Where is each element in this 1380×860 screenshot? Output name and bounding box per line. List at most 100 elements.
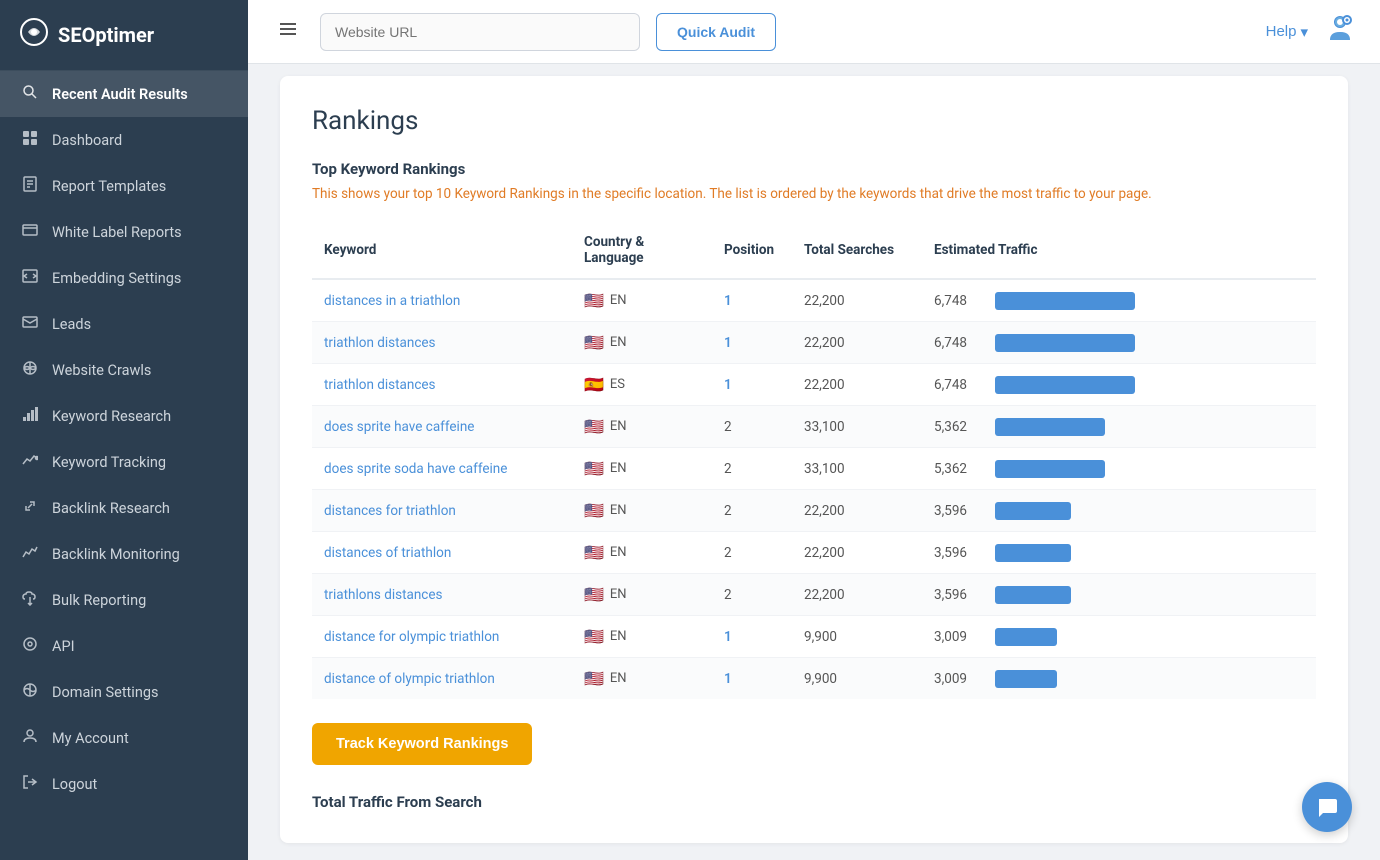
flag-icon: 🇺🇸 (584, 669, 604, 688)
searches-cell: 22,200 (792, 532, 922, 574)
sidebar-item-website-crawls[interactable]: Website Crawls (0, 347, 248, 393)
sidebar-item-embedding[interactable]: Embedding Settings (0, 255, 248, 301)
backlink-research-icon (20, 498, 40, 518)
chat-bubble-button[interactable] (1302, 782, 1352, 832)
position-cell: 2 (712, 490, 792, 532)
keyword-link[interactable]: triathlon distances (324, 335, 436, 351)
sidebar-item-logout[interactable]: Logout (0, 761, 248, 807)
sidebar-item-label: API (52, 638, 75, 655)
flag-icon: 🇺🇸 (584, 291, 604, 310)
hamburger-button[interactable] (272, 13, 304, 51)
sidebar-item-report-templates[interactable]: Report Templates (0, 163, 248, 209)
position-cell: 1 (712, 364, 792, 406)
embed-icon (20, 268, 40, 288)
country-cell: 🇺🇸 EN (572, 616, 712, 658)
position-link[interactable]: 1 (724, 335, 732, 351)
country-cell: 🇪🇸 ES (572, 364, 712, 406)
keyword-link[interactable]: distance of olympic triathlon (324, 671, 495, 687)
country-cell: 🇺🇸 EN (572, 574, 712, 616)
col-country: Country &Language (572, 226, 712, 279)
traffic-bar-container (995, 502, 1071, 520)
table-row: distances for triathlon 🇺🇸 EN 2 22,200 3… (312, 490, 1316, 532)
searches-cell: 22,200 (792, 322, 922, 364)
position-link[interactable]: 1 (724, 377, 732, 393)
quick-audit-button[interactable]: Quick Audit (656, 13, 776, 51)
keyword-cell: distances for triathlon (312, 490, 572, 532)
country-cell: 🇺🇸 EN (572, 279, 712, 322)
table-row: distance of olympic triathlon 🇺🇸 EN 1 9,… (312, 658, 1316, 700)
sidebar-item-domain-settings[interactable]: Domain Settings (0, 669, 248, 715)
search-icon (20, 84, 40, 104)
keyword-link[interactable]: triathlons distances (324, 587, 443, 603)
sidebar-item-dashboard[interactable]: Dashboard (0, 117, 248, 163)
position-cell: 1 (712, 322, 792, 364)
sidebar-item-label: Backlink Research (52, 500, 170, 517)
url-input[interactable] (320, 13, 640, 51)
language-label: EN (610, 545, 627, 560)
traffic-bar (995, 292, 1135, 310)
sidebar-item-label: Logout (52, 776, 97, 793)
content-area: Rankings Top Keyword Rankings This shows… (248, 64, 1380, 860)
sidebar-item-keyword-research[interactable]: Keyword Research (0, 393, 248, 439)
table-row: does sprite soda have caffeine 🇺🇸 EN 2 3… (312, 448, 1316, 490)
flag-icon: 🇺🇸 (584, 333, 604, 352)
country-cell: 🇺🇸 EN (572, 322, 712, 364)
account-icon (20, 728, 40, 748)
nav-items: Recent Audit Results Dashboard Report Te… (0, 71, 248, 807)
keyword-cell: triathlon distances (312, 322, 572, 364)
keyword-link[interactable]: distances in a triathlon (324, 293, 460, 309)
keyword-cell: distances in a triathlon (312, 279, 572, 322)
sidebar-item-label: Keyword Research (52, 408, 171, 425)
keyword-cell: does sprite have caffeine (312, 406, 572, 448)
flag-icon: 🇺🇸 (584, 543, 604, 562)
keyword-cell: distance for olympic triathlon (312, 616, 572, 658)
sidebar-item-backlink-research[interactable]: Backlink Research (0, 485, 248, 531)
sidebar-item-leads[interactable]: Leads (0, 301, 248, 347)
traffic-bar-container (995, 418, 1105, 436)
traffic-bar (995, 460, 1105, 478)
sidebar-item-keyword-tracking[interactable]: Keyword Tracking (0, 439, 248, 485)
col-searches: Total Searches (792, 226, 922, 279)
position-value: 2 (724, 503, 732, 519)
sidebar: SEOptimer Recent Audit Results Dashboard… (0, 0, 248, 860)
position-cell: 2 (712, 448, 792, 490)
traffic-bar-container (995, 628, 1057, 646)
sidebar-item-backlink-monitoring[interactable]: Backlink Monitoring (0, 531, 248, 577)
position-cell: 2 (712, 532, 792, 574)
traffic-bar-container (995, 544, 1071, 562)
keyword-link[interactable]: does sprite soda have caffeine (324, 461, 507, 477)
traffic-bar (995, 502, 1071, 520)
keyword-link[interactable]: distances of triathlon (324, 545, 451, 561)
traffic-bar (995, 544, 1071, 562)
searches-cell: 22,200 (792, 279, 922, 322)
country-cell: 🇺🇸 EN (572, 490, 712, 532)
position-link[interactable]: 1 (724, 671, 732, 687)
bulk-icon (20, 590, 40, 610)
white-label-icon (20, 222, 40, 242)
position-link[interactable]: 1 (724, 629, 732, 645)
table-row: does sprite have caffeine 🇺🇸 EN 2 33,100… (312, 406, 1316, 448)
track-keyword-button[interactable]: Track Keyword Rankings (312, 723, 532, 765)
position-link[interactable]: 1 (724, 293, 732, 309)
col-traffic: Estimated Traffic (922, 226, 1316, 279)
keyword-link[interactable]: triathlon distances (324, 377, 436, 393)
user-avatar-button[interactable] (1324, 12, 1356, 51)
keyword-link[interactable]: distance for olympic triathlon (324, 629, 499, 645)
sidebar-item-label: White Label Reports (52, 224, 182, 241)
keyword-cell: distance of olympic triathlon (312, 658, 572, 700)
searches-cell: 22,200 (792, 574, 922, 616)
sidebar-item-white-label[interactable]: White Label Reports (0, 209, 248, 255)
sidebar-item-api[interactable]: API (0, 623, 248, 669)
help-button[interactable]: Help ▾ (1266, 23, 1308, 41)
traffic-value: 6,748 (934, 293, 979, 309)
top-keyword-section: Top Keyword Rankings This shows your top… (312, 160, 1316, 204)
sidebar-item-recent-audit[interactable]: Recent Audit Results (0, 71, 248, 117)
top-keyword-title: Top Keyword Rankings (312, 160, 1316, 178)
sidebar-item-my-account[interactable]: My Account (0, 715, 248, 761)
keyword-link[interactable]: does sprite have caffeine (324, 419, 474, 435)
keyword-link[interactable]: distances for triathlon (324, 503, 456, 519)
position-cell: 1 (712, 616, 792, 658)
sidebar-item-bulk-reporting[interactable]: Bulk Reporting (0, 577, 248, 623)
traffic-bar (995, 376, 1135, 394)
traffic-bar-container (995, 292, 1135, 310)
